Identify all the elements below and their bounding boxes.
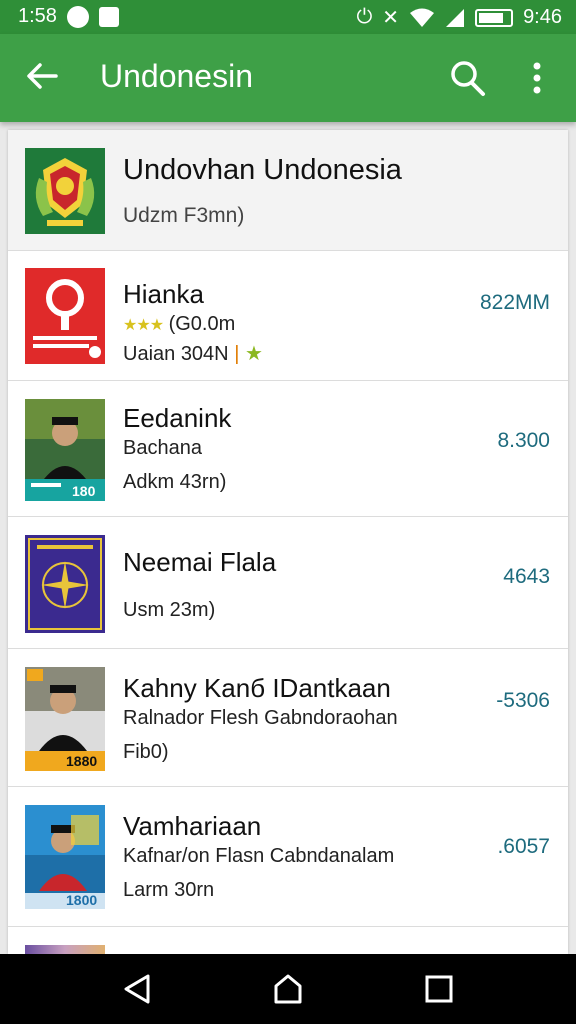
rating-stars-icon: ★★★ <box>123 317 164 334</box>
item-meta: Uaian 304N <box>123 343 229 365</box>
divider-bar: | <box>234 343 240 365</box>
item-meta-line: Uaian 304N | ★ <box>123 341 263 366</box>
nav-home-icon[interactable] <box>270 972 306 1006</box>
battery-icon <box>475 8 514 27</box>
item-value: 822MM <box>479 291 550 314</box>
item-subtitle: (G0.0m <box>168 313 236 335</box>
list-item[interactable]: Neemai Flala Usm 23m) 4643 <box>8 516 568 649</box>
back-arrow-icon[interactable] <box>22 56 62 96</box>
vibrate-icon: ✕ <box>382 7 400 29</box>
status-time-right: 9:46 <box>523 6 562 28</box>
list-header-card[interactable]: Undovhan Undonesia Udzm F3mn) <box>8 130 568 250</box>
list-item[interactable]: Hianka ★★★ (G0.0m Uaian 304N | ★ 822MM <box>8 250 568 381</box>
thumbnail-badge: 180 <box>72 483 96 499</box>
signal-icon <box>446 8 465 27</box>
item-title: Vamhariaan <box>123 811 262 841</box>
thumbnail-badge: 1880 <box>66 753 98 769</box>
item-subtitle: Kafnar/on Flasn Cabndanalam <box>123 845 395 867</box>
header-subtitle: Udzm F3mn) <box>123 204 245 227</box>
app-bar-title: Undonesin <box>100 58 253 94</box>
star-badge-icon: ★ <box>244 343 263 365</box>
item-rating-line: ★★★ (G0.0m <box>123 313 235 336</box>
list-item[interactable]: Vamhariaan Kafnar/on Flasn Cabndanalam L… <box>8 786 568 927</box>
app-notification-icon <box>98 6 119 27</box>
list-item[interactable]: Kahny Kanб IDantkaan Ralnador Flesh Gabn… <box>8 648 568 787</box>
item-value: .6057 <box>497 835 550 858</box>
more-vert-icon[interactable] <box>522 58 552 98</box>
app-bar: Undonesin <box>0 34 576 122</box>
power-icon: ⏻ <box>356 6 373 28</box>
item-meta: Adkm 43rn) <box>123 471 227 493</box>
channel-thumbnail <box>25 945 105 954</box>
list-item[interactable] <box>8 926 568 954</box>
chat-notification-icon <box>66 5 89 28</box>
item-subtitle: Ralnador Flesh Gabndoraohan <box>123 707 398 729</box>
item-meta: Larm 30rn <box>123 879 215 901</box>
item-value: 4643 <box>503 565 550 588</box>
item-title: Hianka <box>123 279 204 309</box>
status-time-left: 1:58 <box>18 5 57 27</box>
system-nav-bar <box>0 954 576 1024</box>
emblem-logo <box>25 148 105 234</box>
channel-thumbnail <box>25 535 105 633</box>
item-value: 8.300 <box>497 429 550 452</box>
list-item[interactable]: Eedanink Bachana Adkm 43rn) 8.300 180 <box>8 380 568 517</box>
channel-list: Undovhan Undonesia Udzm F3mn) Hianka ★★★… <box>8 130 568 954</box>
item-meta: Usm 23m) <box>123 599 216 621</box>
channel-thumbnail <box>25 268 105 364</box>
nav-recents-icon[interactable] <box>420 972 456 1006</box>
status-bar: 1:58 ⏻ ✕ 9:46 <box>0 0 576 34</box>
wifi-icon <box>410 8 435 27</box>
nav-back-icon[interactable] <box>120 972 156 1006</box>
thumbnail-badge: 1800 <box>66 892 98 908</box>
item-subtitle: Bachana <box>123 437 202 459</box>
item-title: Kahny Kanб IDantkaan <box>123 673 391 703</box>
search-icon[interactable] <box>448 56 488 100</box>
item-title: Eedanink <box>123 403 232 433</box>
header-title: Undovhan Undonesia <box>123 154 402 186</box>
item-value: -5306 <box>496 689 550 712</box>
item-title: Neemai Flala <box>123 547 277 577</box>
item-meta: Fib0) <box>123 741 169 763</box>
